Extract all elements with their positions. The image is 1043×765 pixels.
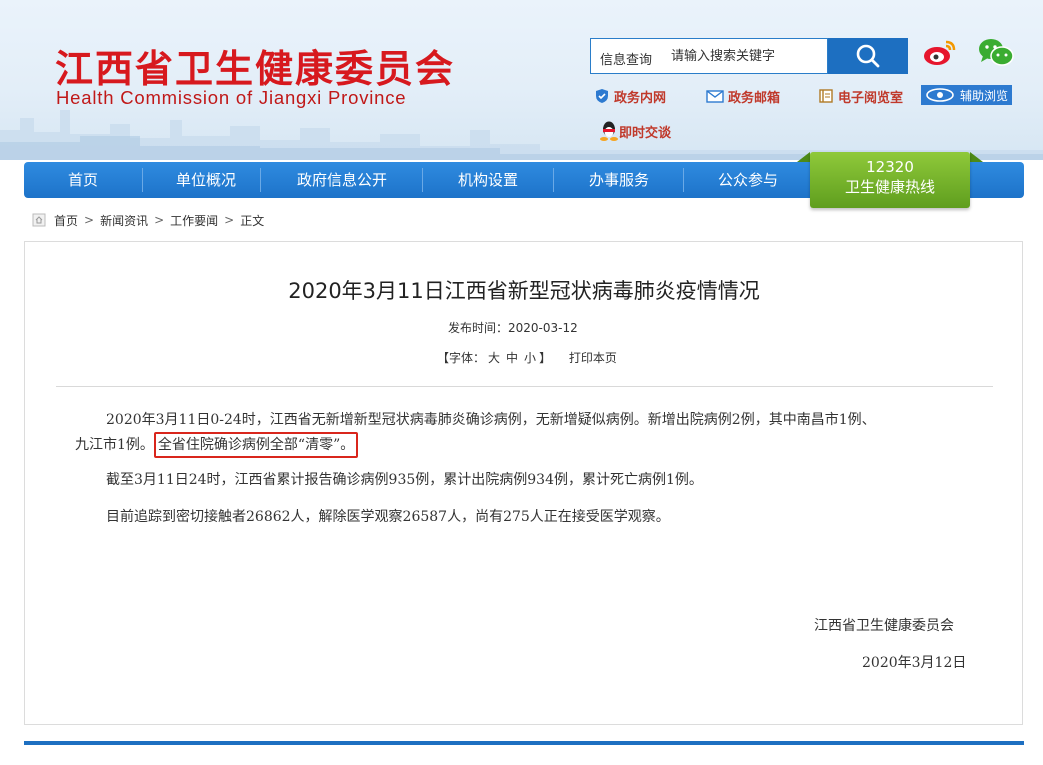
breadcrumb-work-news[interactable]: 工作要闻 [170, 212, 218, 229]
shield-icon [596, 89, 608, 103]
font-small-button[interactable]: 小 [524, 351, 536, 365]
paragraph-1-line-2: 九江市1例。 全省住院确诊病例全部“清零”。 [75, 432, 359, 458]
eye-icon [926, 88, 954, 102]
font-large-button[interactable]: 大 [488, 351, 500, 365]
site-logo-en[interactable]: Health Commission of Jiangxi Province [56, 87, 406, 109]
print-button[interactable]: 打印本页 [569, 351, 617, 365]
book-icon [819, 89, 833, 103]
search-button[interactable] [828, 38, 908, 74]
breadcrumb-current: 正文 [240, 213, 265, 228]
nav-item-home[interactable]: 首页 [38, 162, 128, 198]
mail-icon [706, 90, 724, 103]
publish-time: 发布时间：2020-03-12 [448, 321, 578, 335]
site-header: 江西省卫生健康委员会 Health Commission of Jiangxi … [0, 0, 1043, 160]
nav-item-institutions[interactable]: 机构设置 [430, 162, 546, 198]
article-title: 2020年3月11日江西省新型冠状病毒肺炎疫情情况 [288, 279, 760, 303]
mail-link[interactable]: 政务邮箱 [706, 86, 780, 106]
accessibility-button[interactable]: 辅助浏览 [921, 85, 1012, 105]
font-medium-button[interactable]: 中 [506, 351, 518, 365]
nav-divider [553, 168, 554, 192]
qq-icon [600, 121, 618, 141]
nav-item-gov-info[interactable]: 政府信息公开 [269, 162, 415, 198]
nav-divider [260, 168, 261, 192]
breadcrumb-separator: > [84, 213, 95, 227]
breadcrumb: 首页 > 新闻资讯 > 工作要闻 > 正文 [32, 211, 264, 229]
reading-room-link[interactable]: 电子阅览室 [818, 86, 903, 106]
hotline-tab-right [970, 152, 983, 162]
highlighted-statement: 全省住院确诊病例全部“清零”。 [153, 432, 359, 458]
intranet-label: 政务内网 [614, 90, 667, 106]
reading-room-label: 电子阅览室 [838, 90, 904, 106]
title-divider [56, 386, 993, 387]
weibo-icon[interactable] [922, 36, 958, 68]
nav-divider [142, 168, 143, 192]
nav-divider [683, 168, 684, 192]
breadcrumb-news[interactable]: 新闻资讯 [100, 212, 148, 229]
live-qa-label: 即时交谈 [619, 125, 672, 141]
font-size-bracket: 】 [539, 351, 552, 365]
live-qa-link[interactable]: 即时交谈 [599, 120, 671, 142]
mail-label: 政务邮箱 [728, 90, 781, 106]
search-box: 信息查询 [590, 38, 828, 74]
breadcrumb-separator: > [154, 213, 165, 227]
nav-item-participation[interactable]: 公众参与 [690, 162, 806, 198]
article-tools: 【字体：大中小】 打印本页 [437, 349, 620, 366]
signature-date: 2020年3月12日 [862, 655, 967, 671]
nav-item-services[interactable]: 办事服务 [561, 162, 677, 198]
nav-item-overview[interactable]: 单位概况 [148, 162, 264, 198]
paragraph-3: 目前追踪到密切接触者26862人，解除医学观察26587人，尚有275人正在接受… [106, 509, 670, 525]
breadcrumb-home[interactable]: 首页 [54, 212, 78, 229]
home-icon [32, 213, 46, 227]
intranet-link[interactable]: 政务内网 [594, 86, 666, 106]
accessibility-label: 辅助浏览 [960, 88, 1009, 103]
hotline-number: 12320 [866, 158, 914, 176]
font-size-label: 【字体： [437, 351, 486, 365]
hotline-label: 卫生健康热线 [844, 178, 935, 196]
signature-organization: 江西省卫生健康委员会 [814, 618, 954, 634]
paragraph-1-line-1: 2020年3月11日0-24时，江西省无新增新型冠状病毒肺炎确诊病例，无新增疑似… [106, 412, 876, 428]
hotline-button[interactable]: 12320 卫生健康热线 [810, 152, 970, 208]
footer-rule [24, 741, 1024, 745]
breadcrumb-separator: > [224, 213, 235, 227]
paragraph-2: 截至3月11日24时，江西省累计报告确诊病例935例，累计出院病例934例，累计… [106, 472, 703, 488]
nav-divider [422, 168, 423, 192]
search-input[interactable] [671, 46, 819, 66]
search-label: 信息查询 [600, 53, 653, 68]
site-logo-cn[interactable]: 江西省卫生健康委员会 [55, 38, 455, 93]
wechat-icon[interactable] [977, 36, 1015, 68]
search-icon [856, 44, 880, 68]
paragraph-1-text: 九江市1例。 [75, 437, 154, 453]
hotline-tab-left [797, 152, 810, 162]
